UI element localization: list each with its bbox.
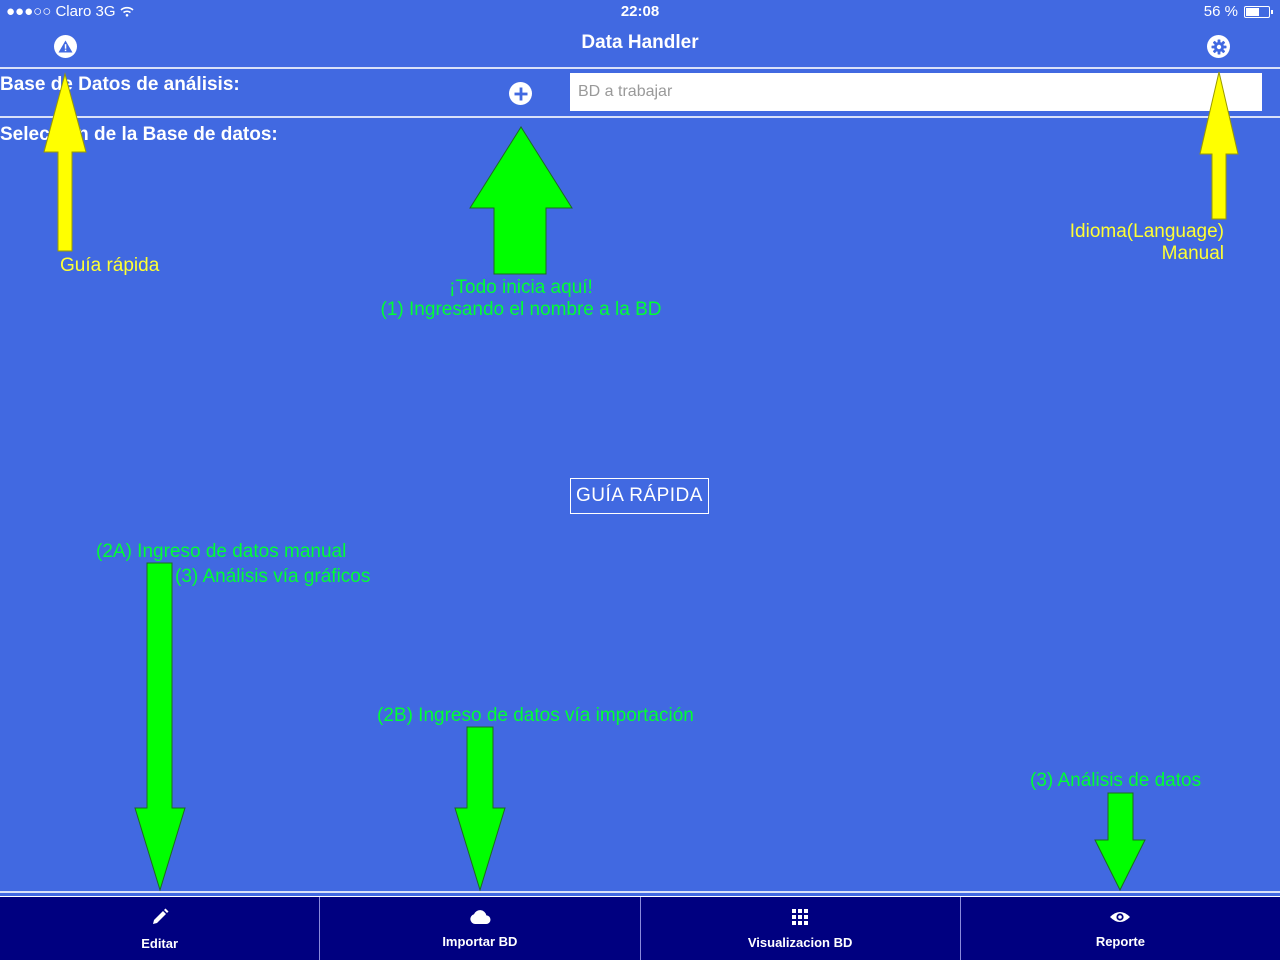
annotation-analysis: (3) Análisis de datos [1030,770,1202,791]
divider [0,116,1280,118]
tab-import[interactable]: Importar BD [319,897,639,960]
annotation-quick-guide: Guía rápida [60,255,160,276]
pencil-icon [150,907,170,932]
grid-icon [791,908,809,931]
tab-visualize[interactable]: Visualizacion BD [639,897,960,960]
tab-report[interactable]: Reporte [959,897,1280,960]
status-battery: 56 % [1204,3,1273,20]
database-name-input[interactable] [570,73,1262,111]
arrow-down-edit [134,562,186,892]
arrow-down-report [1094,792,1146,892]
annotation-import: (2B) Ingreso de datos vía importación [377,705,694,726]
cloud-icon [469,909,491,930]
plus-circle-icon[interactable] [509,82,532,105]
quick-guide-button[interactable]: GUÍA RÁPIDA [570,478,709,514]
gear-icon[interactable] [1207,35,1230,58]
arrow-up-start [469,126,573,275]
tab-bar: Editar Importar BD Visualizacion BD Repo… [0,896,1280,960]
divider [0,891,1280,893]
database-label: Base de Datos de análisis: [0,74,240,95]
tab-edit[interactable]: Editar [0,897,319,960]
arrow-up-quick-guide [43,72,87,252]
annotation-start: ¡Todo inicia aquí! (1) Ingresando el nom… [380,277,662,320]
annotation-manual: (2A) Ingreso de datos manual [96,541,347,562]
annotation-language: Idioma(Language) Manual [1069,221,1224,264]
divider [0,67,1280,69]
selection-label: Selección de la Base de datos: [0,124,278,145]
arrow-down-import [454,726,506,892]
status-time: 22:08 [620,3,660,20]
page-title: Data Handler [581,32,699,53]
annotation-charts: (3) Análisis vía gráficos [175,566,371,587]
eye-icon [1109,909,1131,930]
battery-icon [1244,5,1273,18]
